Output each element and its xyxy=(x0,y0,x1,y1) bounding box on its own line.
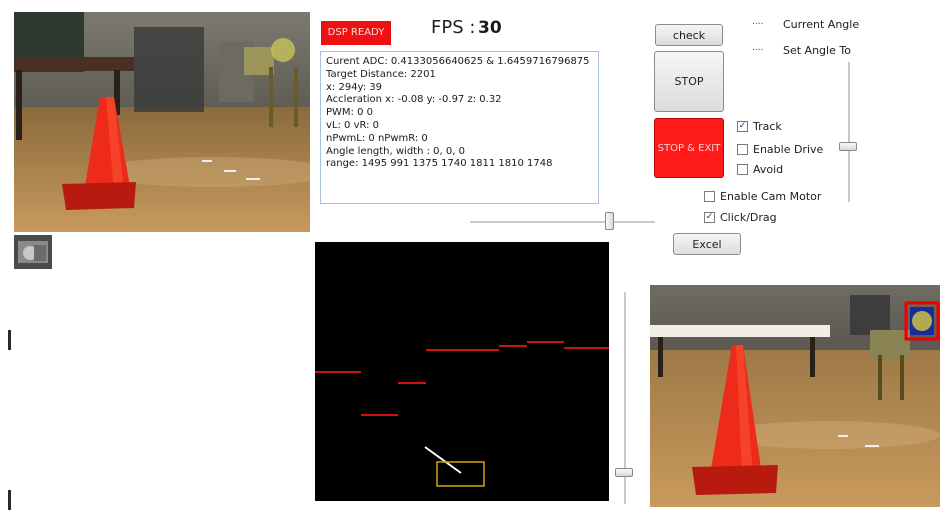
info-line-xy: x: 294y: 39 xyxy=(326,81,383,93)
angle-slider-thumb[interactable] xyxy=(839,142,857,151)
info-line-acceleration: Accleration x: -0.08 y: -0.97 z: 0.32 xyxy=(326,94,502,106)
info-line-target-distance: Target Distance: 2201 xyxy=(326,68,436,80)
window-edge-top xyxy=(8,330,11,350)
set-angle-value: .... xyxy=(752,43,764,53)
enable-drive-checkbox-box[interactable] xyxy=(737,144,748,155)
current-angle-label: Current Angle xyxy=(783,18,860,31)
robot-marker xyxy=(436,461,485,487)
map-slider-thumb[interactable] xyxy=(615,468,633,478)
telemetry-textbox[interactable]: Curent ADC: 0.4133056640625 & 1.64597167… xyxy=(320,51,599,204)
info-line-angle: Angle length, width : 0, 0, 0 xyxy=(326,145,465,157)
tracking-target-marker xyxy=(904,301,940,341)
window-edge-bottom xyxy=(8,490,11,510)
camera-thumbnail[interactable] xyxy=(14,235,52,269)
fps-value: 30 xyxy=(478,18,502,38)
heading-line xyxy=(424,446,462,474)
excel-button[interactable]: Excel xyxy=(673,233,741,255)
stop-button[interactable]: STOP xyxy=(654,51,724,112)
horizontal-slider-track xyxy=(470,221,655,223)
info-line-pwm: PWM: 0 0 xyxy=(326,107,373,119)
info-line-range: range: 1495 991 1375 1740 1811 1810 1748 xyxy=(326,158,553,170)
dsp-status-badge: DSP READY xyxy=(321,21,391,45)
fps-label: FPS : xyxy=(431,17,476,38)
info-line-velocity: vL: 0 vR: 0 xyxy=(326,119,380,131)
angle-slider-track xyxy=(848,62,850,202)
avoid-checkbox-label: Avoid xyxy=(753,163,784,176)
stop-exit-button[interactable]: STOP & EXIT xyxy=(654,118,724,178)
check-button[interactable]: check xyxy=(655,24,723,46)
horizontal-slider-thumb[interactable] xyxy=(604,212,614,230)
click-drag-checkbox-box[interactable]: ✓ xyxy=(704,212,715,223)
current-angle-value: .... xyxy=(752,17,764,27)
set-angle-label: Set Angle To xyxy=(783,44,851,57)
avoid-checkbox[interactable]: Avoid xyxy=(737,163,783,176)
range-map-canvas[interactable] xyxy=(315,242,609,501)
click-drag-checkbox[interactable]: ✓ Click/Drag xyxy=(704,211,777,224)
info-line-adc: Curent ADC: 0.4133056640625 & 1.64597167… xyxy=(326,56,590,67)
enable-cam-motor-checkbox[interactable]: Enable Cam Motor xyxy=(704,190,821,203)
track-checkbox-box[interactable]: ✓ xyxy=(737,121,748,132)
track-checkbox[interactable]: ✓ Track xyxy=(737,120,782,133)
click-drag-checkbox-label: Click/Drag xyxy=(720,211,777,224)
enable-drive-checkbox-label: Enable Drive xyxy=(753,143,824,156)
camera-view-main xyxy=(14,12,310,232)
camera-view-tracking[interactable] xyxy=(650,285,940,507)
enable-drive-checkbox[interactable]: Enable Drive xyxy=(737,143,823,156)
enable-cam-motor-checkbox-box[interactable] xyxy=(704,191,715,202)
enable-cam-motor-checkbox-label: Enable Cam Motor xyxy=(720,190,822,203)
avoid-checkbox-box[interactable] xyxy=(737,164,748,175)
info-line-npwm: nPwmL: 0 nPwmR: 0 xyxy=(326,132,428,144)
track-checkbox-label: Track xyxy=(753,120,782,133)
